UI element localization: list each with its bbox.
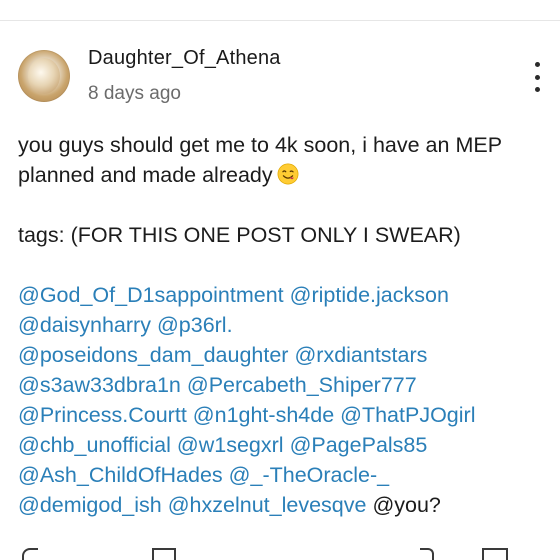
bottom-action-bar — [0, 548, 560, 560]
mention-link[interactable]: @p36rl. — [157, 313, 233, 337]
mention-link[interactable]: @chb_unofficial — [18, 433, 171, 457]
post-text-line-2: planned and made already — [18, 160, 548, 190]
mentions-line: @daisynharry @p36rl. — [18, 310, 548, 340]
bottom-action-icon[interactable] — [482, 548, 508, 560]
mention-link[interactable]: @God_Of_D1sappointment — [18, 283, 284, 307]
tags-line: tags: (FOR THIS ONE POST ONLY I SWEAR) — [18, 223, 461, 247]
ellipsis-dot — [534, 74, 540, 80]
mention-link[interactable]: @rxdiantstars — [294, 343, 427, 367]
post-text: planned and made already — [18, 163, 273, 187]
mentions-line: @Ash_ChildOfHades @_-TheOracle-_ — [18, 460, 548, 490]
ellipsis-dot — [534, 87, 540, 92]
mentions-line: @poseidons_dam_daughter @rxdiantstars — [18, 340, 548, 370]
bottom-action-icon[interactable] — [22, 548, 38, 560]
mention-link[interactable]: @PagePals85 — [290, 433, 428, 457]
post-timestamp: 8 days ago — [88, 83, 181, 104]
mention-link[interactable]: @daisynharry — [18, 313, 151, 337]
post-text-line: you guys should get me to 4k soon, i hav… — [18, 133, 503, 157]
ellipsis-dot — [534, 62, 540, 67]
mentions-line: @demigod_ish @hxzelnut_levesqve @you? — [18, 490, 548, 520]
mention-link[interactable]: @hxzelnut_levesqve — [168, 493, 367, 517]
mention-link[interactable]: @demigod_ish — [18, 493, 162, 517]
trailing-text: @you? — [372, 493, 441, 517]
vertical-ellipsis-icon[interactable] — [526, 62, 548, 92]
mentions-line: @God_Of_D1sappointment @riptide.jackson — [18, 280, 548, 310]
mentions-line: @chb_unofficial @w1segxrl @PagePals85 — [18, 430, 548, 460]
mention-link[interactable]: @_-TheOracle-_ — [229, 463, 389, 487]
face-savoring-food-emoji — [277, 163, 299, 185]
post-screen: Daughter_Of_Athena 8 days ago you guys s… — [0, 0, 560, 560]
mentions-line: @Princess.Courtt @n1ght-sh4de @ThatPJOgi… — [18, 400, 548, 430]
mention-link[interactable]: @riptide.jackson — [290, 283, 449, 307]
avatar-image — [28, 58, 60, 94]
mention-link[interactable]: @Ash_ChildOfHades — [18, 463, 223, 487]
bottom-action-icon[interactable] — [152, 548, 176, 560]
mention-link[interactable]: @s3aw33dbra1n — [18, 373, 181, 397]
bottom-action-icon[interactable] — [420, 548, 434, 560]
mention-link[interactable]: @w1segxrl — [177, 433, 284, 457]
post-body: you guys should get me to 4k soon, i hav… — [18, 130, 548, 520]
profile-avatar[interactable] — [18, 50, 70, 102]
mention-link[interactable]: @n1ght-sh4de — [193, 403, 334, 427]
author-username[interactable]: Daughter_Of_Athena — [88, 47, 281, 70]
mention-link[interactable]: @poseidons_dam_daughter — [18, 343, 288, 367]
mention-link[interactable]: @Percabeth_Shiper777 — [187, 373, 417, 397]
mentions-line: @s3aw33dbra1n @Percabeth_Shiper777 — [18, 370, 548, 400]
mention-link[interactable]: @ThatPJOgirl — [340, 403, 475, 427]
mention-link[interactable]: @Princess.Courtt — [18, 403, 187, 427]
top-divider — [0, 20, 560, 21]
